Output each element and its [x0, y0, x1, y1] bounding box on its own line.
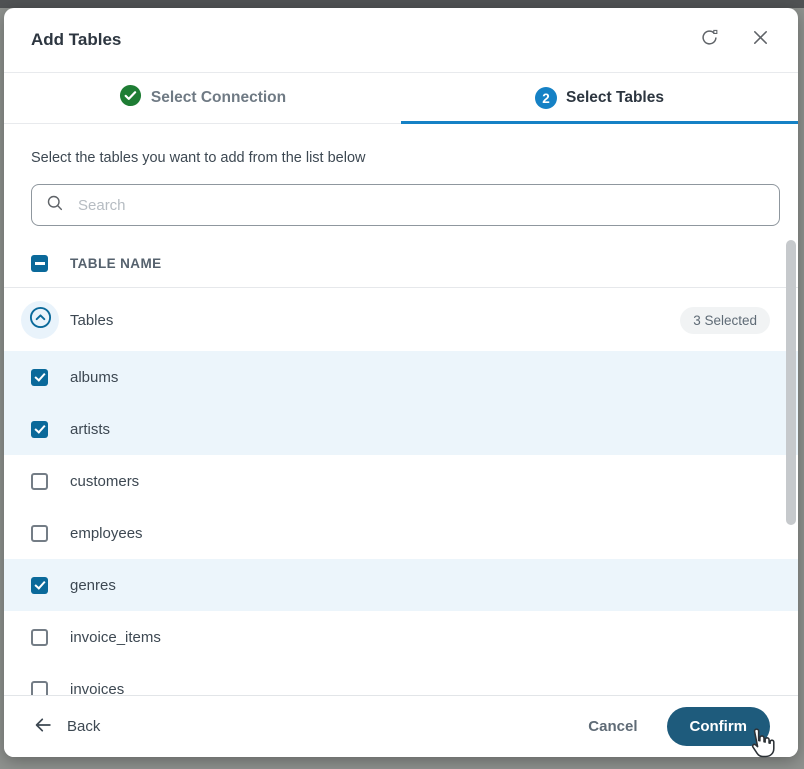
- row-checkbox[interactable]: [31, 525, 48, 542]
- group-label: Tables: [70, 312, 113, 329]
- tab-select-tables[interactable]: 2 Select Tables: [401, 73, 798, 123]
- arrow-left-icon: [32, 714, 54, 740]
- add-tables-dialog: Add Tables: [4, 8, 798, 757]
- table-row[interactable]: albums: [4, 351, 798, 403]
- search-box[interactable]: [31, 184, 780, 226]
- step-complete-icon: [119, 84, 142, 112]
- cancel-button[interactable]: Cancel: [588, 718, 637, 735]
- dialog-title: Add Tables: [31, 30, 121, 50]
- row-checkbox[interactable]: [31, 629, 48, 646]
- search-icon: [45, 193, 65, 218]
- scrollbar-thumb[interactable]: [786, 240, 796, 525]
- back-button[interactable]: Back: [32, 714, 100, 740]
- collapse-group-button[interactable]: [21, 301, 59, 339]
- tab-select-connection[interactable]: Select Connection: [4, 73, 401, 123]
- select-all-checkbox[interactable]: [31, 255, 48, 272]
- row-label: customers: [70, 473, 139, 490]
- refresh-button[interactable]: [697, 28, 721, 52]
- table-rows: albums artists customers employees genre…: [4, 351, 798, 695]
- search-input[interactable]: [76, 196, 766, 215]
- table-row[interactable]: employees: [4, 507, 798, 559]
- close-button[interactable]: [748, 28, 772, 52]
- table-row[interactable]: genres: [4, 559, 798, 611]
- table-name-column-header: TABLE NAME: [70, 256, 162, 271]
- step-number-badge: 2: [535, 87, 557, 109]
- table-row[interactable]: invoice_items: [4, 611, 798, 663]
- chevron-up-circle-icon: [28, 305, 53, 335]
- footer-actions: Cancel Confirm: [588, 707, 770, 746]
- back-label: Back: [67, 718, 100, 735]
- table-header-row: TABLE NAME: [4, 240, 798, 288]
- row-label: artists: [70, 421, 110, 438]
- row-checkbox[interactable]: [31, 577, 48, 594]
- active-tab-underline: [401, 121, 798, 124]
- table-row[interactable]: invoices: [4, 663, 798, 695]
- row-checkbox[interactable]: [31, 369, 48, 386]
- confirm-button[interactable]: Confirm: [667, 707, 771, 746]
- dialog-footer: Back Cancel Confirm: [4, 695, 798, 757]
- close-icon: [751, 28, 770, 52]
- tab-label: Select Connection: [151, 89, 286, 107]
- row-checkbox[interactable]: [31, 421, 48, 438]
- row-label: invoice_items: [70, 629, 161, 646]
- row-checkbox[interactable]: [31, 473, 48, 490]
- wizard-steps: Select Connection 2 Select Tables: [4, 72, 798, 124]
- refresh-icon: [699, 27, 720, 53]
- instruction-text: Select the tables you want to add from t…: [31, 150, 366, 166]
- page-background-top: [0, 0, 804, 8]
- row-checkbox[interactable]: [31, 681, 48, 696]
- dialog-header-actions: [697, 28, 772, 52]
- tables-group-row[interactable]: Tables 3 Selected: [4, 289, 798, 351]
- row-label: albums: [70, 369, 118, 386]
- row-label: invoices: [70, 681, 124, 696]
- table-row[interactable]: artists: [4, 403, 798, 455]
- row-label: employees: [70, 525, 143, 542]
- selected-count-badge: 3 Selected: [680, 307, 770, 334]
- table-row[interactable]: customers: [4, 455, 798, 507]
- tab-label: Select Tables: [566, 89, 664, 107]
- row-label: genres: [70, 577, 116, 594]
- table-list: Tables 3 Selected albums artists custome…: [4, 289, 798, 695]
